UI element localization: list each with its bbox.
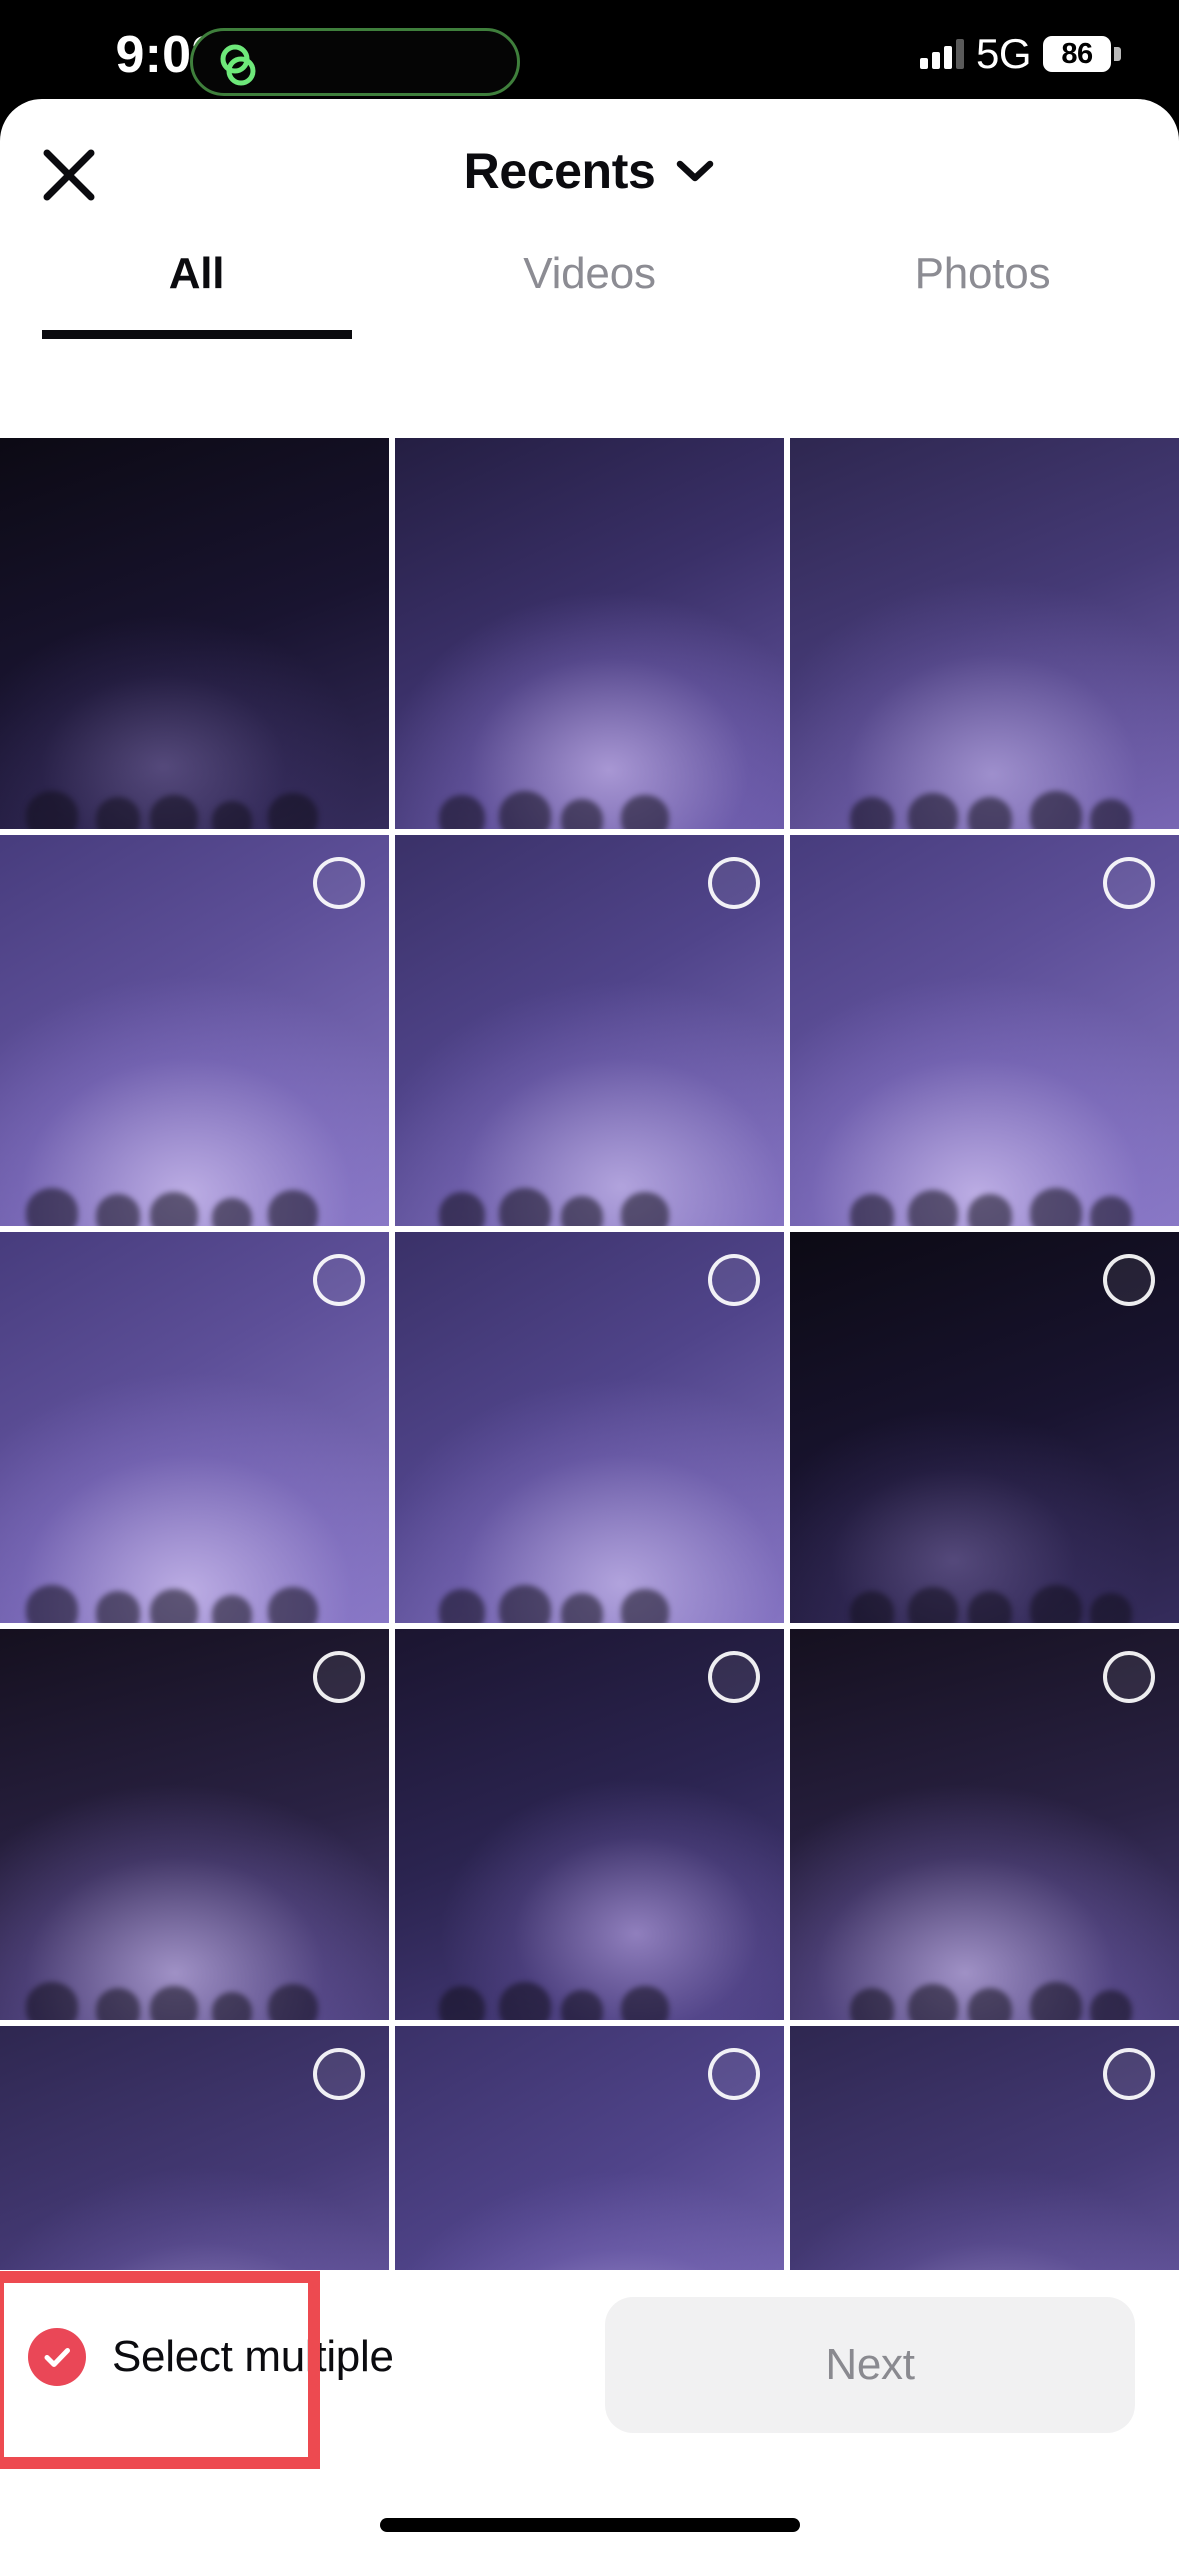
tile-select-circle[interactable] [708, 2048, 760, 2100]
media-grid[interactable] [0, 438, 1179, 2270]
media-tile[interactable] [790, 1629, 1179, 2020]
select-multiple-label: Select multiple [112, 2332, 394, 2381]
media-thumbnail [395, 438, 784, 829]
crowd-silhouette [790, 771, 1179, 829]
media-tile[interactable] [395, 438, 784, 829]
album-selector[interactable]: Recents [0, 143, 1179, 199]
tab-photos-label: Photos [914, 249, 1051, 298]
chevron-down-icon [677, 160, 714, 182]
tab-all[interactable]: All [0, 249, 393, 339]
tile-select-circle[interactable] [1103, 2048, 1155, 2100]
media-tile[interactable] [395, 2026, 784, 2270]
tile-select-circle[interactable] [313, 857, 365, 909]
tile-select-circle[interactable] [708, 1651, 760, 1703]
media-tile[interactable] [790, 1232, 1179, 1623]
crowd-silhouette [395, 1962, 784, 2020]
sheet-header: Recents [0, 99, 1179, 249]
media-thumbnail [0, 438, 389, 829]
crowd-silhouette [395, 771, 784, 829]
battery-icon: 86 [1043, 36, 1121, 72]
network-type-label: 5G [975, 30, 1032, 77]
media-tile[interactable] [395, 1232, 784, 1623]
media-tile[interactable] [0, 438, 389, 829]
bottom-action-bar: Select multiple Next [0, 2270, 1179, 2556]
select-multiple-toggle[interactable]: Select multiple [28, 2302, 394, 2412]
tile-select-circle[interactable] [1103, 1651, 1155, 1703]
photo-picker-sheet: Recents All Videos Photos Select multipl… [0, 99, 1179, 2556]
tab-active-indicator [41, 330, 352, 339]
page-title: Recents [463, 143, 656, 199]
link-loop-icon [220, 44, 256, 86]
check-circle-icon [28, 2328, 86, 2386]
cellular-signal-icon [919, 39, 964, 69]
battery-level-label: 86 [1061, 37, 1093, 70]
dynamic-island[interactable] [190, 28, 520, 96]
media-tile[interactable] [0, 1629, 389, 2020]
tile-select-circle[interactable] [708, 1254, 760, 1306]
media-tile[interactable] [0, 835, 389, 1226]
tile-select-circle[interactable] [313, 1254, 365, 1306]
media-tile[interactable] [790, 2026, 1179, 2270]
tile-select-circle[interactable] [1103, 1254, 1155, 1306]
tab-videos-label: Videos [523, 249, 656, 298]
crowd-silhouette [790, 1962, 1179, 2020]
crowd-silhouette [790, 1168, 1179, 1226]
tile-select-circle[interactable] [313, 1651, 365, 1703]
crowd-silhouette [0, 771, 389, 829]
crowd-silhouette [0, 1962, 389, 2020]
media-tile[interactable] [395, 835, 784, 1226]
tile-select-circle[interactable] [708, 857, 760, 909]
media-tile[interactable] [0, 2026, 389, 2270]
tab-videos[interactable]: Videos [393, 249, 786, 339]
next-button-label: Next [825, 2340, 915, 2389]
status-bar: 9:02 5G 86 [0, 0, 1179, 99]
home-indicator [379, 2518, 800, 2532]
next-button[interactable]: Next [605, 2297, 1135, 2433]
media-tile[interactable] [790, 438, 1179, 829]
tab-photos[interactable]: Photos [786, 249, 1179, 339]
phone-screen: 9:02 5G 86 Recents All Videos Photos Sel… [0, 0, 1179, 2556]
crowd-silhouette [395, 1565, 784, 1623]
media-tile[interactable] [0, 1232, 389, 1623]
crowd-silhouette [790, 1565, 1179, 1623]
crowd-silhouette [0, 1565, 389, 1623]
tile-select-circle[interactable] [313, 2048, 365, 2100]
status-indicators: 5G 86 [919, 30, 1121, 78]
crowd-silhouette [395, 1168, 784, 1226]
media-tile[interactable] [790, 835, 1179, 1226]
tile-select-circle[interactable] [1103, 857, 1155, 909]
media-tile[interactable] [395, 1629, 784, 2020]
tab-all-label: All [168, 249, 225, 298]
media-type-tabs: All Videos Photos [0, 249, 1179, 339]
crowd-silhouette [0, 1168, 389, 1226]
media-thumbnail [790, 438, 1179, 829]
